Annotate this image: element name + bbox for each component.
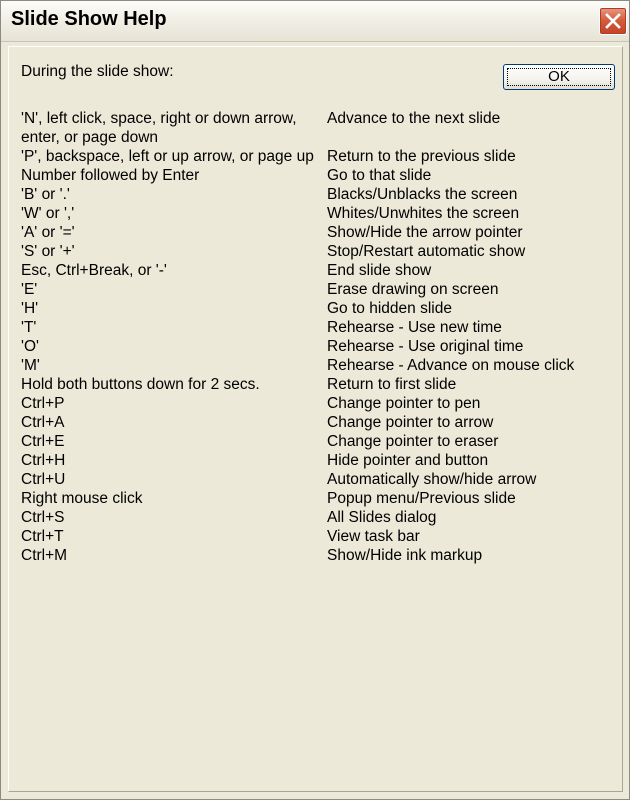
shortcut-description: Stop/Restart automatic show (327, 243, 526, 260)
shortcut-row: 'N', left click, space, right or down ar… (21, 109, 621, 147)
title-bar[interactable]: Slide Show Help (1, 1, 629, 42)
shortcut-row: Ctrl+U Automatically show/hide arrow (21, 470, 621, 489)
shortcut-row: Ctrl+A Change pointer to arrow (21, 413, 621, 432)
shortcut-description: View task bar (327, 528, 420, 545)
shortcut-description: Erase drawing on screen (327, 281, 499, 298)
ok-button-label: OK (548, 68, 570, 85)
shortcut-row: Ctrl+S All Slides dialog (21, 508, 621, 527)
shortcut-description: Change pointer to eraser (327, 433, 499, 450)
shortcut-key: Ctrl+M (21, 547, 68, 564)
shortcut-description: Popup menu/Previous slide (327, 490, 516, 507)
shortcut-key: 'E' (21, 281, 38, 298)
shortcut-key: 'M' (21, 357, 40, 374)
shortcut-row: 'E' Erase drawing on screen (21, 280, 621, 299)
shortcut-key: 'O' (21, 338, 39, 355)
shortcut-key: 'B' or '.' (21, 186, 70, 203)
shortcut-row: Ctrl+P Change pointer to pen (21, 394, 621, 413)
shortcut-key: Ctrl+E (21, 433, 65, 450)
shortcut-description: Show/Hide the arrow pointer (327, 224, 523, 241)
shortcut-key: 'S' or '+' (21, 243, 75, 260)
shortcut-description: Hide pointer and button (327, 452, 489, 469)
shortcut-key: Right mouse click (21, 490, 143, 507)
shortcut-row: Ctrl+E Change pointer to eraser (21, 432, 621, 451)
shortcut-description: Show/Hide ink markup (327, 547, 483, 564)
shortcut-description: Return to first slide (327, 376, 457, 393)
shortcut-key: Ctrl+T (21, 528, 64, 545)
shortcut-description: Advance to the next slide (327, 110, 501, 127)
shortcut-description: Rehearse - Use new time (327, 319, 502, 336)
shortcut-description: End slide show (327, 262, 432, 279)
shortcut-list: 'N', left click, space, right or down ar… (21, 109, 621, 565)
slide-show-help-dialog: Slide Show Help During the slide show: O… (0, 0, 630, 800)
close-button[interactable] (599, 7, 627, 35)
shortcut-row: 'A' or '=' Show/Hide the arrow pointer (21, 223, 621, 242)
shortcut-key: Ctrl+U (21, 471, 66, 488)
shortcut-row: 'M' Rehearse - Advance on mouse click (21, 356, 621, 375)
shortcut-row: Ctrl+H Hide pointer and button (21, 451, 621, 470)
shortcut-description: All Slides dialog (327, 509, 437, 526)
shortcut-key: Esc, Ctrl+Break, or '-' (21, 262, 167, 279)
shortcut-description: Return to the previous slide (327, 148, 516, 165)
shortcut-row: Right mouse click Popup menu/Previous sli… (21, 489, 621, 508)
shortcut-key: 'T' (21, 319, 37, 336)
shortcut-key: Ctrl+H (21, 452, 66, 469)
shortcut-key: 'A' or '=' (21, 224, 75, 241)
shortcut-key: Hold both buttons down for 2 secs. (21, 376, 260, 393)
shortcut-row: 'H' Go to hidden slide (21, 299, 621, 318)
shortcut-key: 'W' or ',' (21, 205, 75, 222)
shortcut-row: Number followed by Enter Go to that slide (21, 166, 621, 185)
shortcut-description: Rehearse - Advance on mouse click (327, 357, 575, 374)
shortcut-row: Ctrl+T View task bar (21, 527, 621, 546)
shortcut-description: Blacks/Unblacks the screen (327, 186, 518, 203)
shortcut-key: Ctrl+P (21, 395, 65, 412)
shortcut-description: Go to that slide (327, 167, 432, 184)
shortcut-key: Ctrl+A (21, 414, 65, 431)
shortcut-row: 'T' Rehearse - Use new time (21, 318, 621, 337)
shortcut-key: Ctrl+S (21, 509, 65, 526)
shortcut-description: Change pointer to pen (327, 395, 481, 412)
shortcut-row: Esc, Ctrl+Break, or '-' End slide show (21, 261, 621, 280)
intro-text: During the slide show: (21, 63, 174, 80)
shortcut-row: 'S' or '+' Stop/Restart automatic show (21, 242, 621, 261)
shortcut-key: 'P', backspace, left or up arrow, or pag… (21, 148, 314, 165)
shortcut-key: Number followed by Enter (21, 167, 200, 184)
shortcut-row: 'W' or ',' Whites/Unwhites the screen (21, 204, 621, 223)
shortcut-description: Automatically show/hide arrow (327, 471, 537, 488)
shortcut-description: Go to hidden slide (327, 300, 452, 317)
ok-button[interactable]: OK (503, 64, 615, 90)
shortcut-row: 'B' or '.' Blacks/Unblacks the screen (21, 185, 621, 204)
shortcut-row: 'O' Rehearse - Use original time (21, 337, 621, 356)
shortcut-row: Hold both buttons down for 2 secs. Return… (21, 375, 621, 394)
shortcut-row: 'P', backspace, left or up arrow, or pag… (21, 147, 621, 166)
shortcut-key: 'N', left click, space, right or down ar… (21, 110, 297, 146)
shortcut-description: Whites/Unwhites the screen (327, 205, 520, 222)
close-icon (605, 13, 621, 29)
help-content-panel: During the slide show: OK 'N', left clic… (8, 46, 623, 792)
window-title: Slide Show Help (11, 8, 167, 30)
shortcut-description: Change pointer to arrow (327, 414, 494, 431)
shortcut-key: 'H' (21, 300, 39, 317)
shortcut-row: Ctrl+M Show/Hide ink markup (21, 546, 621, 565)
shortcut-description: Rehearse - Use original time (327, 338, 524, 355)
